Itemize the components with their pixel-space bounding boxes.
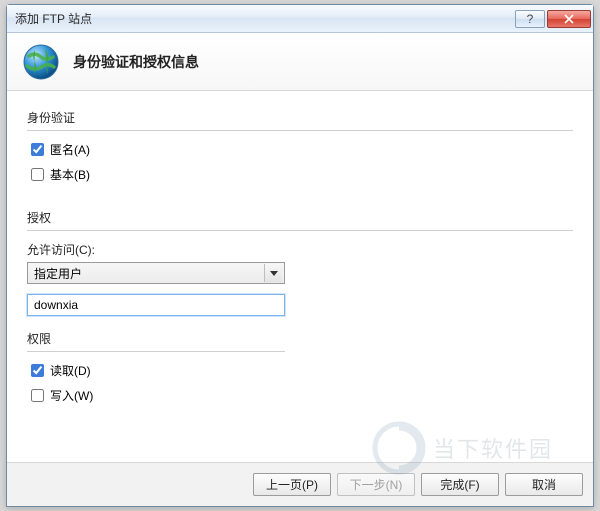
help-icon: ? <box>527 12 534 26</box>
write-checkbox[interactable] <box>31 389 44 402</box>
cancel-button[interactable]: 取消 <box>505 473 583 496</box>
close-button[interactable] <box>547 10 591 28</box>
permissions-section: 权限 读取(D) 写入(W) <box>27 330 285 404</box>
permissions-section-label: 权限 <box>27 330 285 347</box>
anonymous-row[interactable]: 匿名(A) <box>31 141 573 158</box>
wizard-heading: 身份验证和授权信息 <box>73 52 199 72</box>
window-title: 添加 FTP 站点 <box>15 10 515 27</box>
ftp-site-dialog: 添加 FTP 站点 ? <box>6 4 594 507</box>
anonymous-checkbox[interactable] <box>31 143 44 156</box>
basic-row[interactable]: 基本(B) <box>31 166 573 183</box>
chevron-down-icon <box>270 271 278 276</box>
finish-button[interactable]: 完成(F) <box>421 473 499 496</box>
wizard-footer: 上一页(P) 下一步(N) 完成(F) 取消 <box>7 462 593 506</box>
window-buttons: ? <box>515 10 591 28</box>
write-label: 写入(W) <box>50 387 93 404</box>
allow-access-dropdown[interactable]: 指定用户 <box>27 262 285 284</box>
anonymous-label: 匿名(A) <box>50 141 90 158</box>
wizard-header: 身份验证和授权信息 <box>7 33 593 91</box>
user-input-wrapper[interactable] <box>27 294 285 316</box>
authorization-section-label: 授权 <box>27 209 573 226</box>
previous-button-label: 上一页(P) <box>266 476 318 493</box>
cancel-button-label: 取消 <box>532 476 556 493</box>
form-body: 身份验证 匿名(A) 基本(B) 授权 允许访问(C): 指定用户 权限 <box>7 91 593 462</box>
write-row[interactable]: 写入(W) <box>31 387 285 404</box>
divider <box>27 130 573 131</box>
dropdown-button[interactable] <box>264 264 282 282</box>
user-input[interactable] <box>34 298 278 312</box>
basic-checkbox[interactable] <box>31 168 44 181</box>
next-button: 下一步(N) <box>337 473 415 496</box>
help-button[interactable]: ? <box>515 10 545 28</box>
titlebar: 添加 FTP 站点 ? <box>7 5 593 33</box>
read-row[interactable]: 读取(D) <box>31 362 285 379</box>
allow-access-label: 允许访问(C): <box>27 241 573 258</box>
dropdown-selected-text: 指定用户 <box>34 265 264 282</box>
close-icon <box>564 14 574 24</box>
finish-button-label: 完成(F) <box>440 476 479 493</box>
divider <box>27 351 285 352</box>
auth-section-label: 身份验证 <box>27 109 573 126</box>
previous-button[interactable]: 上一页(P) <box>253 473 331 496</box>
basic-label: 基本(B) <box>50 166 90 183</box>
read-label: 读取(D) <box>50 362 91 379</box>
globe-icon <box>21 42 61 82</box>
next-button-label: 下一步(N) <box>350 476 403 493</box>
divider <box>27 230 573 231</box>
read-checkbox[interactable] <box>31 364 44 377</box>
